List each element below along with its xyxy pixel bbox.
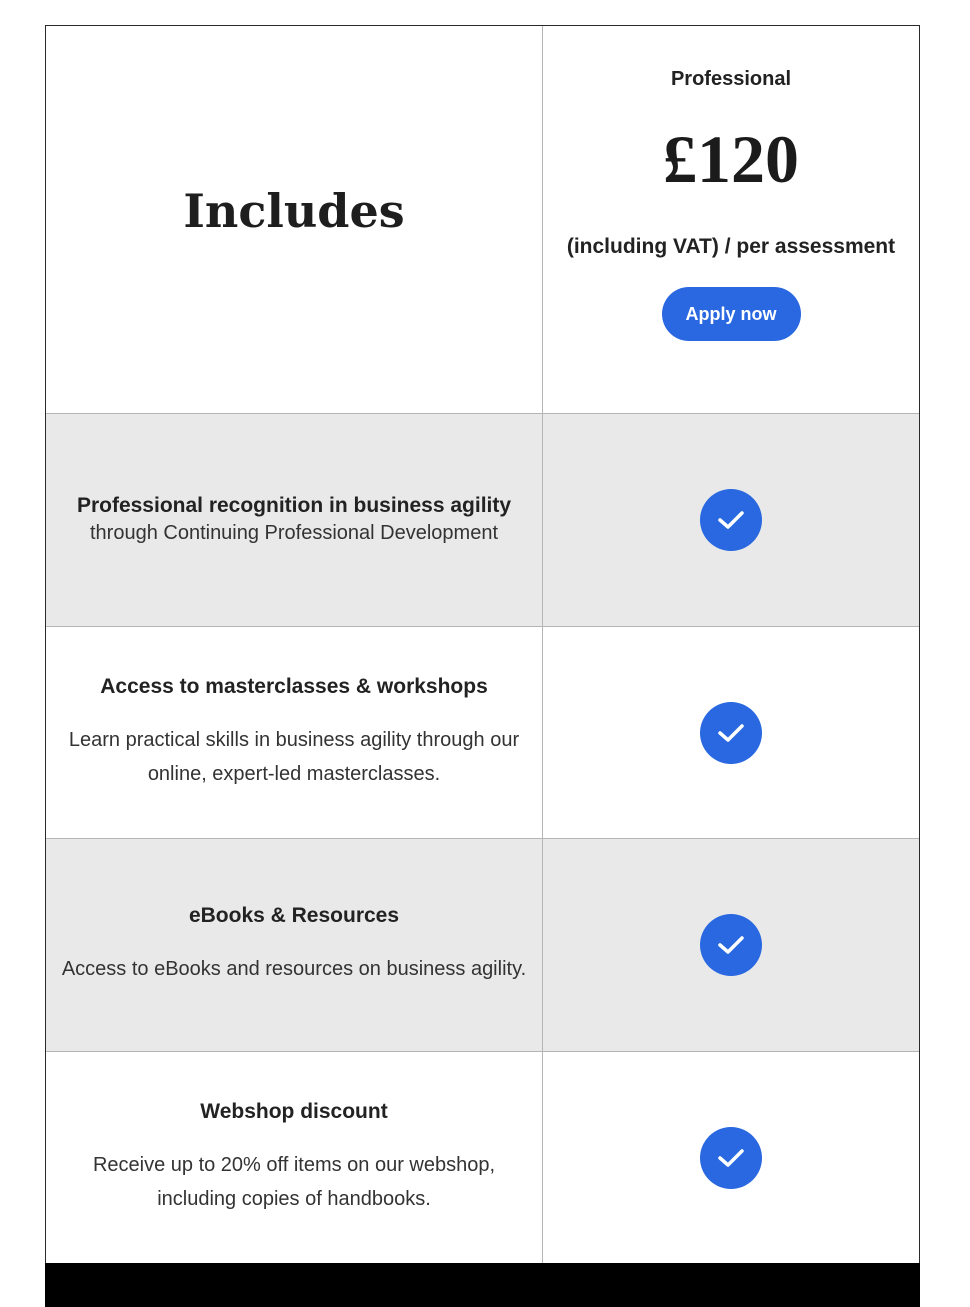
feature-included-cell [543,414,919,626]
plan-cell: Professional £120 (including VAT) / per … [543,26,919,413]
feature-cell: Webshop discount Receive up to 20% off i… [46,1052,543,1264]
feature-row: Professional recognition in business agi… [46,414,919,627]
feature-included-cell [543,1052,919,1264]
feature-row: Access to masterclasses & workshops Lear… [46,627,919,839]
feature-title: Professional recognition in business agi… [76,494,512,517]
check-circle-icon [700,914,762,976]
pricing-header-row: Includes Professional £120 (including VA… [46,26,919,414]
check-circle-icon [700,1127,762,1189]
plan-name: Professional [670,68,792,90]
feature-included-cell [543,627,919,838]
includes-cell: Includes [46,26,543,413]
check-circle-icon [700,489,762,551]
feature-cell: eBooks & Resources Access to eBooks and … [46,839,543,1051]
feature-description: Learn practical skills in business agili… [68,728,520,785]
feature-row: eBooks & Resources Access to eBooks and … [46,839,919,1052]
footer-bar [45,1263,920,1307]
feature-row: Webshop discount Receive up to 20% off i… [46,1052,919,1264]
includes-title: Includes [183,183,405,238]
feature-description: through Continuing Professional Developm… [89,522,499,544]
feature-cell: Professional recognition in business agi… [46,414,543,626]
feature-title: Webshop discount [200,1100,388,1123]
plan-price: £120 [663,121,799,197]
feature-included-cell [543,839,919,1051]
feature-cell: Access to masterclasses & workshops Lear… [46,627,543,838]
feature-title: Access to masterclasses & workshops [100,674,488,698]
feature-description: Access to eBooks and resources on busine… [61,958,527,980]
apply-now-button[interactable]: Apply now [661,287,801,341]
price-note: (including VAT) / per assessment [566,235,896,258]
feature-description: Receive up to 20% off items on our websh… [92,1154,496,1210]
check-circle-icon [700,701,762,764]
pricing-table: Includes Professional £120 (including VA… [45,25,920,1307]
feature-title: eBooks & Resources [188,904,400,927]
